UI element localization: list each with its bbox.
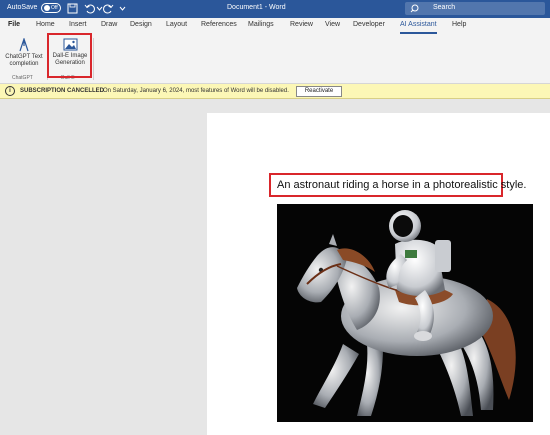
tab-design[interactable]: Design [130,21,152,28]
chatgpt-text-completion-button[interactable]: ChatGPT Text completion [2,36,46,74]
document-title: Document1 - Word [227,4,286,11]
autosave-label: AutoSave [7,4,38,11]
autosave-state: Off [51,5,58,11]
chatgpt-button-line1: ChatGPT Text [5,54,43,60]
tab-ai-assistant[interactable]: AI Assistant [400,21,437,34]
title-bar: AutoSave Off Document1 - Word Search [0,0,550,18]
astronaut-horse-illustration [277,204,533,422]
prompt-highlight: An astronaut riding a horse in a photore… [269,173,526,197]
save-icon[interactable] [67,3,78,14]
message-title: SUBSCRIPTION CANCELLED [20,88,105,94]
tab-insert[interactable]: Insert [69,21,87,28]
tab-mailings[interactable]: Mailings [248,21,274,28]
ribbon-tabs: File Home Insert Draw Design Layout Refe… [0,18,550,34]
search-icon [410,4,419,13]
tab-review[interactable]: Review [290,21,313,28]
tab-developer[interactable]: Developer [353,21,385,28]
tab-home[interactable]: Home [36,21,55,28]
tab-layout[interactable]: Layout [166,21,187,28]
message-bar: i SUBSCRIPTION CANCELLED On Saturday, Ja… [0,84,550,99]
pen-nib-icon [19,38,29,52]
group-separator [93,38,94,80]
search-input[interactable]: Search [405,2,545,15]
redo-icon[interactable] [103,3,114,14]
group-label-chatgpt: ChatGPT [12,75,33,81]
chatgpt-button-line2: completion [9,61,39,67]
search-placeholder: Search [433,4,456,11]
message-text: On Saturday, January 6, 2024, most featu… [103,88,289,94]
autosave-toggle[interactable]: Off [41,3,61,13]
toggle-knob [44,5,50,11]
tab-draw[interactable]: Draw [101,21,117,28]
dalle-button-highlight [47,33,92,78]
customize-toolbar-icon[interactable] [117,3,128,14]
document-page[interactable]: An astronaut riding a horse in a photore… [207,113,550,435]
reactivate-button[interactable]: Reactivate [296,86,342,97]
tab-help[interactable]: Help [452,21,466,28]
tab-file[interactable]: File [8,21,20,28]
info-icon: i [5,86,15,96]
prompt-text[interactable]: An astronaut riding a horse in a photore… [277,179,526,191]
tab-references[interactable]: References [201,21,237,28]
tab-view[interactable]: View [325,21,340,28]
generated-image[interactable] [277,204,533,422]
